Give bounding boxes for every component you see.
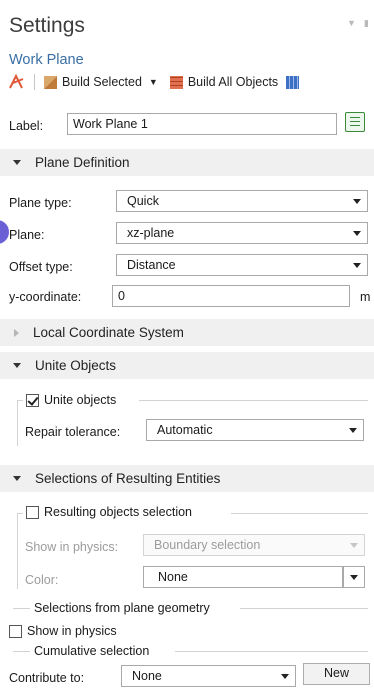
build-all-label: Build All Objects: [187, 75, 279, 89]
section-title: Unite Objects: [35, 358, 117, 373]
pin-icon[interactable]: ▮: [364, 18, 369, 29]
section-title: Selections of Resulting Entities: [35, 471, 221, 486]
resulting-objects-label: Resulting objects selection: [44, 505, 192, 519]
expand-icon: [13, 363, 21, 368]
expand-icon: [13, 160, 21, 165]
show-in-physics-select[interactable]: Boundary selection: [143, 534, 365, 556]
build-selected-icon: [44, 75, 57, 89]
build-geometry-icon[interactable]: [286, 75, 300, 89]
selection-marker: [0, 220, 9, 244]
section-unite-objects[interactable]: Unite Objects: [0, 352, 374, 379]
offset-type-label: Offset type:: [9, 260, 73, 274]
color-label: Color:: [25, 573, 59, 587]
y-coordinate-unit: m: [360, 290, 371, 304]
section-plane-definition[interactable]: Plane Definition: [0, 149, 374, 176]
color-value: None: [158, 570, 188, 584]
work-plane-icon[interactable]: [9, 74, 25, 90]
contribute-to-value: None: [132, 669, 162, 683]
show-in-physics-checkbox[interactable]: [9, 624, 22, 638]
color-dropdown-button[interactable]: [343, 566, 365, 588]
group-border: [175, 651, 368, 652]
group-border: [13, 651, 30, 652]
offset-type-select[interactable]: Distance: [116, 254, 368, 276]
offset-type-value: Distance: [127, 258, 176, 272]
chevron-down-icon[interactable]: ▼: [149, 77, 158, 87]
plane-geometry-group-title: Selections from plane geometry: [34, 601, 210, 615]
plane-select[interactable]: xz-plane: [116, 222, 368, 244]
y-coordinate-input[interactable]: 0: [112, 285, 350, 307]
resulting-objects-selection-row[interactable]: Resulting objects selection: [26, 505, 192, 519]
show-in-physics-check-label: Show in physics: [27, 624, 117, 638]
toolbar-separator: [34, 74, 35, 90]
contribute-to-select[interactable]: None: [121, 665, 296, 687]
panel-title: Settings: [9, 14, 85, 37]
unite-objects-checkbox-row[interactable]: Unite objects: [26, 393, 116, 407]
show-in-physics-label: Show in physics:: [25, 540, 119, 554]
cumulative-selection-title: Cumulative selection: [34, 644, 150, 658]
chevron-down-icon: [353, 199, 361, 204]
resulting-objects-checkbox[interactable]: [26, 505, 39, 519]
dropdown-arrow-icon[interactable]: ▼: [347, 18, 356, 28]
collapsed-icon: [14, 328, 19, 337]
toolbar: Build Selected ▼ Build All Objects: [9, 72, 300, 92]
plane-value: xz-plane: [127, 226, 175, 240]
section-title: Local Coordinate System: [33, 325, 184, 340]
show-in-physics-checkbox-row[interactable]: Show in physics: [9, 624, 117, 638]
chevron-down-icon: [350, 543, 358, 548]
unite-objects-checkbox[interactable]: [26, 393, 39, 407]
chevron-down-icon: [281, 674, 289, 679]
panel-subtitle: Work Plane: [9, 52, 84, 68]
chevron-down-icon: [353, 231, 361, 236]
build-selected-label: Build Selected: [62, 75, 142, 89]
expand-icon: [13, 476, 21, 481]
label-caption: Label:: [9, 119, 44, 133]
group-border: [240, 608, 368, 609]
repair-tolerance-value: Automatic: [157, 423, 213, 437]
notes-icon[interactable]: [345, 112, 365, 132]
show-in-physics-value: Boundary selection: [154, 538, 261, 552]
unite-objects-label: Unite objects: [44, 393, 117, 407]
plane-type-label: Plane type:: [9, 196, 72, 210]
chevron-down-icon: [353, 263, 361, 268]
chevron-down-icon: [350, 575, 358, 580]
group-border: [231, 513, 368, 514]
group-border: [17, 513, 18, 589]
new-selection-button[interactable]: New: [303, 663, 370, 685]
group-border: [139, 400, 368, 401]
section-selections-resulting-entities[interactable]: Selections of Resulting Entities: [0, 465, 374, 492]
repair-tolerance-select[interactable]: Automatic: [146, 419, 364, 441]
build-all-objects-button[interactable]: Build All Objects: [169, 75, 279, 89]
repair-tolerance-label: Repair tolerance:: [25, 425, 121, 439]
section-local-coordinate-system[interactable]: Local Coordinate System: [0, 319, 374, 346]
group-border: [17, 400, 18, 446]
contribute-to-label: Contribute to:: [9, 671, 85, 685]
build-all-icon: [169, 75, 183, 89]
group-border: [13, 608, 30, 609]
plane-type-value: Quick: [127, 194, 159, 208]
plane-type-select[interactable]: Quick: [116, 190, 368, 212]
section-title: Plane Definition: [35, 155, 130, 170]
label-input[interactable]: Work Plane 1: [67, 113, 337, 135]
build-selected-button[interactable]: Build Selected ▼: [44, 75, 158, 89]
color-select[interactable]: None: [143, 566, 343, 588]
chevron-down-icon: [349, 428, 357, 433]
y-coordinate-label: y-coordinate:: [9, 290, 82, 304]
plane-label: Plane:: [9, 228, 45, 242]
